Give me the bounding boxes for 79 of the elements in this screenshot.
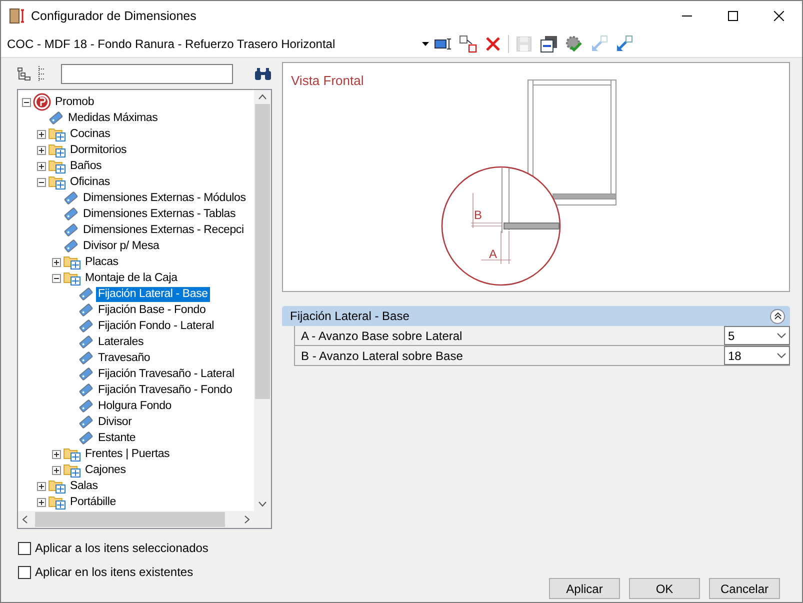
tree-item[interactable]: Fijación Base - Fondo xyxy=(96,302,208,318)
tree-item[interactable]: Montaje de la Caja xyxy=(83,270,180,286)
tree-item[interactable]: Salas xyxy=(68,478,100,494)
expander-icon[interactable] xyxy=(37,162,46,170)
tag-icon xyxy=(78,287,94,301)
tree-item[interactable]: Fijación Fondo - Lateral xyxy=(96,318,216,334)
checkbox-label: Aplicar en los itens existentes xyxy=(35,565,194,579)
expander-icon[interactable] xyxy=(52,258,61,266)
horizontal-scrollbar[interactable] xyxy=(18,511,254,528)
tree-item[interactable]: Cajones xyxy=(83,462,128,478)
scrollbar-thumb[interactable] xyxy=(35,512,225,527)
expander-icon[interactable] xyxy=(22,98,31,106)
collapse-tree-icon[interactable] xyxy=(17,67,31,81)
checkbox[interactable] xyxy=(18,566,31,578)
folder-icon xyxy=(48,126,66,142)
expand-tree-icon[interactable] xyxy=(37,66,47,82)
dialog-button[interactable]: OK xyxy=(629,578,700,599)
checkbox-label: Aplicar a los itens seleccionados xyxy=(35,541,208,555)
tree-item[interactable]: Dimensiones Externas - Recepci xyxy=(81,222,246,238)
folder-icon xyxy=(63,270,81,286)
folder-icon xyxy=(48,494,66,510)
tree-item[interactable]: Dimensiones Externas - Tablas xyxy=(81,206,238,222)
tree-item[interactable]: Travesaño xyxy=(96,350,152,366)
value-dropdown[interactable]: 18 xyxy=(724,346,790,365)
folder-icon xyxy=(48,142,66,158)
tree-item[interactable]: Divisor xyxy=(96,414,134,430)
vertical-scrollbar[interactable] xyxy=(254,90,271,511)
tree-item[interactable]: Frentes | Puertas xyxy=(83,446,172,462)
folder-icon xyxy=(63,254,81,270)
chevron-down-icon xyxy=(777,333,786,338)
window-title: Configurador de Dimensiones xyxy=(31,9,198,23)
binoculars-icon[interactable] xyxy=(254,67,272,81)
expander-icon[interactable] xyxy=(37,482,46,490)
tree-item[interactable]: Laterales xyxy=(96,334,146,350)
tree-item[interactable]: Portábille xyxy=(68,494,118,510)
tree-item[interactable]: Fijación Travesaño - Lateral xyxy=(96,366,236,382)
expander-icon[interactable] xyxy=(52,466,61,474)
preview-title: Vista Frontal xyxy=(291,73,364,88)
tree-item[interactable]: Placas xyxy=(83,254,120,270)
expander-icon[interactable] xyxy=(37,498,46,506)
folder-icon xyxy=(48,158,66,174)
expander-icon[interactable] xyxy=(52,450,61,458)
chevron-down-icon xyxy=(777,353,786,358)
toolbar-icon[interactable] xyxy=(458,34,478,54)
chevron-icon xyxy=(774,312,782,320)
tree-item[interactable]: Fijación Lateral - Base xyxy=(96,286,210,302)
toolbar-icon[interactable] xyxy=(539,34,559,54)
dropdown-arrow-icon[interactable] xyxy=(422,42,429,46)
tree-item[interactable]: Holgura Fondo xyxy=(96,398,174,414)
category-title: Fijación Lateral - Base xyxy=(290,309,410,323)
tree-item[interactable]: Medidas Máximas xyxy=(66,110,160,126)
scrollbar-thumb[interactable] xyxy=(255,104,270,399)
folder-icon xyxy=(48,478,66,494)
tree-item[interactable]: Promob xyxy=(53,94,96,110)
dialog-button[interactable]: Cancelar xyxy=(709,578,780,599)
expander-icon[interactable] xyxy=(37,130,46,138)
tree-item[interactable]: Divisor p/ Mesa xyxy=(81,238,162,254)
marker-label: A xyxy=(489,247,498,261)
dialog-button[interactable]: Aplicar xyxy=(549,578,620,599)
tree-item[interactable]: Baños xyxy=(68,158,104,174)
search-field[interactable] xyxy=(61,64,233,84)
tree-item[interactable]: Oficinas xyxy=(68,174,112,190)
tree-item[interactable]: Estante xyxy=(96,430,138,446)
tree-item[interactable]: Cocinas xyxy=(68,126,112,142)
value-dropdown[interactable]: 5 xyxy=(724,326,790,345)
expander-icon[interactable] xyxy=(52,274,61,282)
expander-icon[interactable] xyxy=(37,146,46,154)
tree-item[interactable]: Dimensiones Externas - Módulos xyxy=(81,190,248,206)
marker-label: B xyxy=(474,208,482,222)
app-icon xyxy=(9,8,25,24)
tree-item[interactable]: Dormitorios xyxy=(68,142,129,158)
collapse-button[interactable] xyxy=(770,308,785,324)
folder-icon xyxy=(63,462,81,478)
folder-icon xyxy=(48,174,66,190)
tree-item[interactable]: Fijación Travesaño - Fondo xyxy=(96,382,234,398)
checkbox[interactable] xyxy=(18,542,31,554)
logo-icon xyxy=(33,93,51,111)
expander-icon[interactable] xyxy=(37,178,46,186)
folder-icon xyxy=(63,446,81,462)
